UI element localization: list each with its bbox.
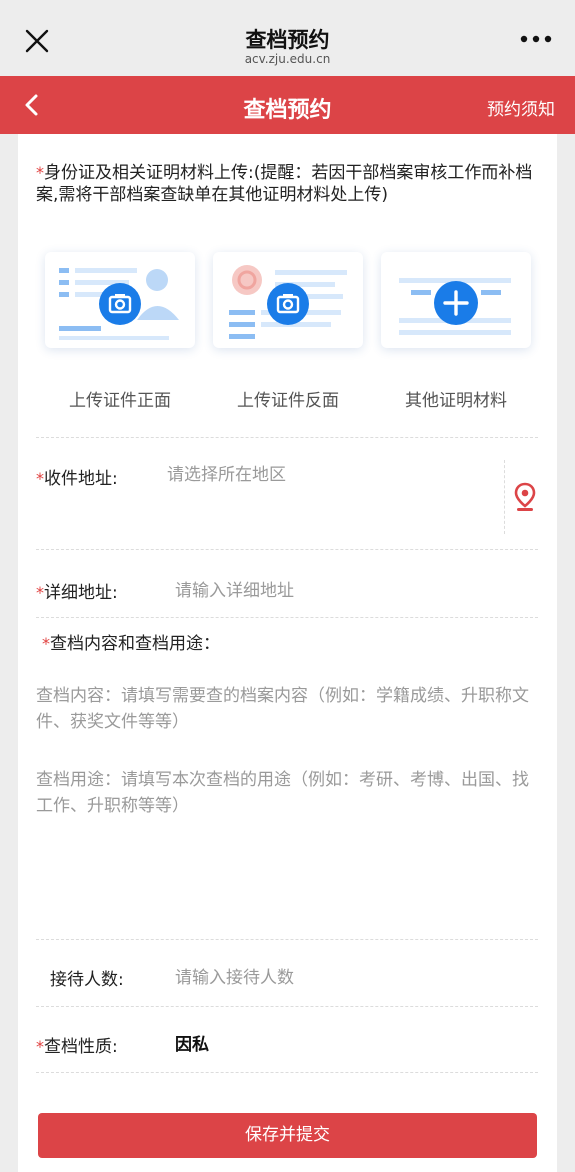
- save-submit-button[interactable]: 保存并提交: [38, 1113, 537, 1158]
- visitors-input[interactable]: 请输入接待人数: [175, 963, 294, 988]
- region-label-text: 收件地址:: [44, 469, 118, 489]
- upload-other-materials-label: 其他证明材料: [405, 391, 507, 411]
- upload-id-back-button[interactable]: [213, 252, 363, 348]
- upload-note-text: 身份证及相关证明材料上传:(提醒：若因干部档案审核工作而补档案,需将干部档案查缺…: [36, 163, 533, 205]
- required-mark: *: [36, 1037, 44, 1056]
- divider: [36, 437, 538, 438]
- upload-id-front-label: 上传证件正面: [69, 391, 171, 411]
- divider: [36, 617, 538, 618]
- address-input[interactable]: 请输入详细地址: [175, 576, 294, 601]
- region-label: *收件地址:: [36, 464, 118, 489]
- visitors-label: 接待人数:: [50, 970, 124, 990]
- camera-icon: [267, 283, 309, 325]
- upload-id-front-button[interactable]: [45, 252, 195, 348]
- content-textarea[interactable]: 查档内容：请填写需要查的档案内容（例如：学籍成绩、升职称文件、获奖文件等等）: [36, 683, 536, 735]
- plus-icon: [434, 281, 478, 325]
- nature-label-text: 查档性质:: [44, 1037, 118, 1057]
- location-divider: [504, 460, 505, 534]
- wechat-title-bar: 查档预约 acv.zju.edu.cn: [0, 0, 575, 76]
- required-mark: *: [36, 583, 44, 602]
- divider: [36, 549, 538, 550]
- form-card: *身份证及相关证明材料上传:(提醒：若因干部档案审核工作而补档案,需将干部档案查…: [18, 134, 557, 1172]
- required-mark: *: [36, 163, 44, 182]
- content-purpose-heading-text: 查档内容和查档用途：: [50, 634, 220, 654]
- camera-icon: [99, 283, 141, 325]
- address-label: *详细地址:: [36, 578, 118, 603]
- nature-label: *查档性质:: [36, 1032, 118, 1057]
- upload-other-materials-button[interactable]: [381, 252, 531, 348]
- region-select[interactable]: 请选择所在地区: [167, 460, 286, 485]
- location-pin-icon[interactable]: [514, 482, 536, 512]
- purpose-textarea[interactable]: 查档用途：请填写本次查档的用途（例如：考研、考博、出国、找工作、升职称等等）: [36, 767, 536, 819]
- address-label-text: 详细地址:: [44, 583, 118, 603]
- required-mark: *: [42, 634, 50, 653]
- content-purpose-heading: *查档内容和查档用途：: [42, 629, 220, 654]
- divider: [36, 939, 538, 940]
- booking-notice-link[interactable]: 预约须知: [487, 95, 555, 120]
- more-icon[interactable]: [519, 34, 553, 44]
- required-mark: *: [36, 469, 44, 488]
- wechat-page-title: 查档预约: [245, 28, 330, 52]
- app-header: 查档预约 预约须知: [0, 76, 575, 134]
- wechat-domain: acv.zju.edu.cn: [244, 52, 331, 66]
- divider: [36, 1006, 538, 1007]
- nature-select[interactable]: 因私: [175, 1030, 209, 1055]
- divider: [36, 1072, 538, 1073]
- upload-id-back-label: 上传证件反面: [237, 391, 339, 411]
- upload-instructions: *身份证及相关证明材料上传:(提醒：若因干部档案审核工作而补档案,需将干部档案查…: [36, 162, 541, 206]
